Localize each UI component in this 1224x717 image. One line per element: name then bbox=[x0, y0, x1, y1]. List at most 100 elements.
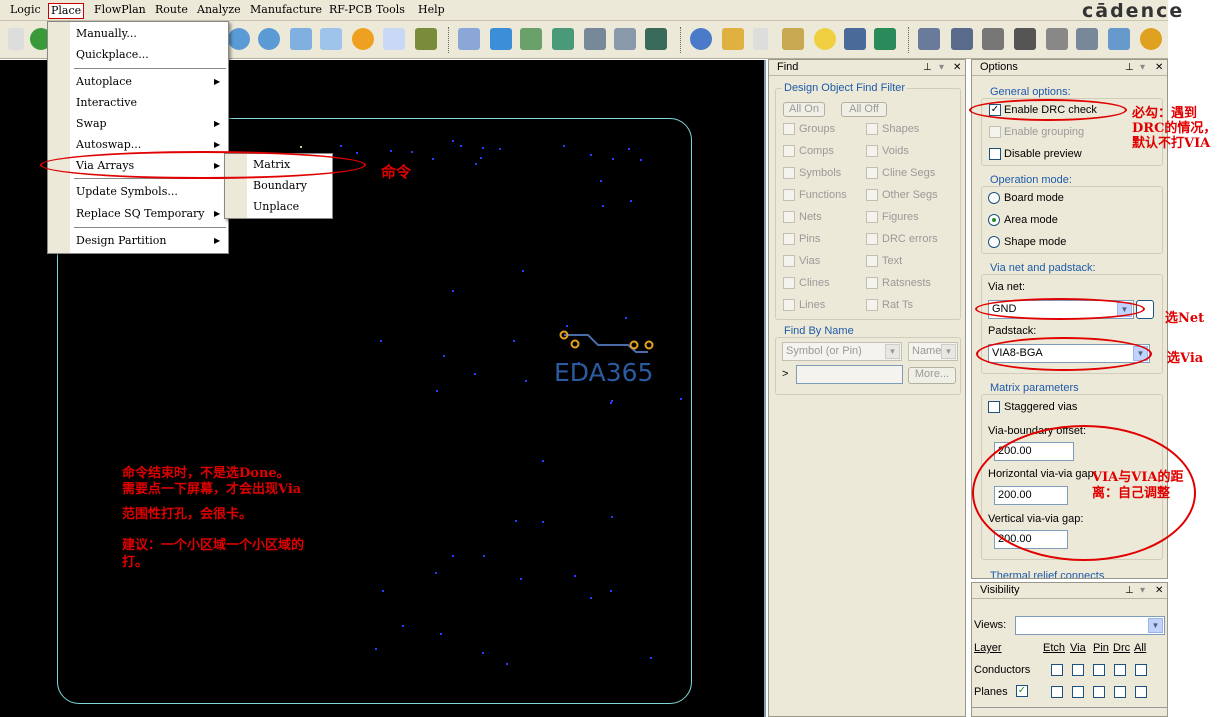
pattern-icon[interactable] bbox=[1108, 28, 1130, 50]
flip-board-icon[interactable] bbox=[415, 28, 437, 50]
pin-icon[interactable]: ⊥ bbox=[923, 61, 932, 74]
zoom-prev-icon[interactable] bbox=[290, 28, 312, 50]
close-icon[interactable]: ✕ bbox=[1155, 61, 1163, 74]
odb-icon[interactable] bbox=[918, 28, 940, 50]
close-icon[interactable]: ✕ bbox=[1155, 584, 1163, 597]
find-left-checkbox[interactable] bbox=[783, 255, 795, 267]
zoom-in-icon[interactable] bbox=[228, 28, 250, 50]
zoom-fit-icon[interactable] bbox=[320, 28, 342, 50]
find-right-checkbox[interactable] bbox=[866, 211, 878, 223]
pin-icon[interactable]: ⊥ bbox=[1125, 61, 1134, 74]
menu-item-autoplace[interactable]: Autoplace bbox=[76, 73, 132, 91]
brush-icon[interactable] bbox=[782, 28, 804, 50]
zoom-out-icon[interactable] bbox=[258, 28, 280, 50]
find-left-checkbox[interactable] bbox=[783, 277, 795, 289]
staggered-vias-checkbox[interactable] bbox=[988, 401, 1000, 413]
find-left-checkbox[interactable] bbox=[783, 299, 795, 311]
light-icon[interactable] bbox=[814, 28, 836, 50]
planes-visible-checkbox[interactable]: ✓ bbox=[1016, 685, 1028, 697]
visibility-checkbox[interactable] bbox=[1072, 686, 1084, 698]
find-name-input[interactable] bbox=[796, 365, 903, 384]
menu-item-manually[interactable]: Manually... bbox=[76, 25, 137, 43]
color-icon[interactable] bbox=[490, 28, 512, 50]
idf-icon[interactable] bbox=[614, 28, 636, 50]
visibility-checkbox[interactable] bbox=[1135, 686, 1147, 698]
area-mode-radio[interactable] bbox=[988, 214, 1000, 226]
menu-rf-pcb[interactable]: RF-PCB bbox=[327, 3, 374, 19]
find-right-checkbox[interactable] bbox=[866, 167, 878, 179]
visibility-checkbox[interactable] bbox=[1072, 664, 1084, 676]
close-icon[interactable]: ✕ bbox=[953, 61, 961, 74]
menu-flowplan[interactable]: FlowPlan bbox=[92, 3, 148, 19]
find-left-checkbox[interactable] bbox=[783, 167, 795, 179]
arrow-down-icon[interactable] bbox=[8, 28, 24, 50]
find-right-checkbox[interactable] bbox=[866, 255, 878, 267]
grid-icon[interactable] bbox=[458, 28, 480, 50]
3d-view-icon[interactable] bbox=[383, 28, 405, 50]
report-icon[interactable] bbox=[722, 28, 744, 50]
find-right-checkbox[interactable] bbox=[866, 123, 878, 135]
dropdown-icon[interactable]: ▾ bbox=[1140, 584, 1145, 597]
split-icon[interactable] bbox=[951, 28, 973, 50]
menu-tools[interactable]: Tools bbox=[374, 3, 407, 19]
visibility-checkbox[interactable] bbox=[1114, 686, 1126, 698]
visibility-checkbox[interactable] bbox=[1093, 686, 1105, 698]
find-type-select[interactable]: Symbol (or Pin) ▼ bbox=[782, 342, 902, 361]
find-more-button[interactable]: More... bbox=[908, 367, 956, 384]
menu-item-interactive[interactable]: Interactive bbox=[76, 94, 137, 112]
find-right-checkbox[interactable] bbox=[866, 233, 878, 245]
menu-item-quickplace[interactable]: Quickplace... bbox=[76, 46, 149, 64]
submenu-item-unplace[interactable]: Unplace bbox=[253, 198, 299, 216]
find-left-checkbox[interactable] bbox=[783, 211, 795, 223]
shape-mode-radio[interactable] bbox=[988, 236, 1000, 248]
all-off-button[interactable]: All Off bbox=[841, 102, 887, 117]
wrench-icon[interactable] bbox=[982, 28, 1004, 50]
find-right-checkbox[interactable] bbox=[866, 189, 878, 201]
menu-item-swap[interactable]: Swap bbox=[76, 115, 107, 133]
board-icon[interactable] bbox=[645, 28, 667, 50]
find-left-checkbox[interactable] bbox=[783, 189, 795, 201]
rename-icon[interactable] bbox=[1046, 28, 1068, 50]
component-icon[interactable] bbox=[584, 28, 606, 50]
find-right-checkbox[interactable] bbox=[866, 299, 878, 311]
submenu-item-boundary[interactable]: Boundary bbox=[253, 177, 307, 195]
all-on-button[interactable]: All On bbox=[783, 102, 825, 117]
menu-item-design-partition[interactable]: Design Partition bbox=[76, 232, 166, 250]
menu-item-update-symbols[interactable]: Update Symbols... bbox=[76, 183, 178, 201]
visibility-checkbox[interactable] bbox=[1135, 664, 1147, 676]
find-left-checkbox[interactable] bbox=[783, 145, 795, 157]
enable-grouping-checkbox[interactable] bbox=[989, 126, 1001, 138]
visibility-checkbox[interactable] bbox=[1093, 664, 1105, 676]
board-mode-radio[interactable] bbox=[988, 192, 1000, 204]
dropdown-icon[interactable]: ▾ bbox=[1140, 61, 1145, 74]
find-right-checkbox[interactable] bbox=[866, 277, 878, 289]
layers-icon[interactable] bbox=[520, 28, 542, 50]
find-name-select[interactable]: Name ▼ bbox=[908, 342, 958, 361]
menu-place[interactable]: Place bbox=[48, 3, 85, 19]
menu-route[interactable]: Route bbox=[153, 3, 190, 19]
visibility-scroll-row[interactable] bbox=[972, 707, 1167, 716]
find-left-checkbox[interactable] bbox=[783, 233, 795, 245]
views-select[interactable]: ▼ bbox=[1015, 616, 1165, 635]
menu-analyze[interactable]: Analyze bbox=[195, 3, 243, 19]
find-right-checkbox[interactable] bbox=[866, 145, 878, 157]
visibility-checkbox[interactable] bbox=[1051, 664, 1063, 676]
disable-preview-checkbox[interactable] bbox=[989, 148, 1001, 160]
pin-icon[interactable]: ⊥ bbox=[1125, 584, 1134, 597]
menu-manufacture[interactable]: Manufacture bbox=[248, 3, 324, 19]
info-icon[interactable] bbox=[690, 28, 712, 50]
menu-logic[interactable]: Logic bbox=[8, 3, 43, 19]
visibility-checkbox[interactable] bbox=[1051, 686, 1063, 698]
tab-icon[interactable] bbox=[1140, 28, 1162, 50]
menu-help[interactable]: Help bbox=[416, 3, 447, 19]
find-left-checkbox[interactable] bbox=[783, 123, 795, 135]
menu-item-replace-sq-temporary[interactable]: Replace SQ Temporary bbox=[76, 205, 205, 223]
columns-icon[interactable] bbox=[844, 28, 866, 50]
camera-icon[interactable] bbox=[1014, 28, 1036, 50]
visibility-checkbox[interactable] bbox=[1114, 664, 1126, 676]
redraw-icon[interactable] bbox=[352, 28, 374, 50]
sigma-icon[interactable] bbox=[874, 28, 896, 50]
menu-item-autoswap[interactable]: Autoswap... bbox=[76, 136, 141, 154]
panel-icon[interactable] bbox=[1076, 28, 1098, 50]
dropdown-icon[interactable]: ▾ bbox=[939, 61, 944, 74]
